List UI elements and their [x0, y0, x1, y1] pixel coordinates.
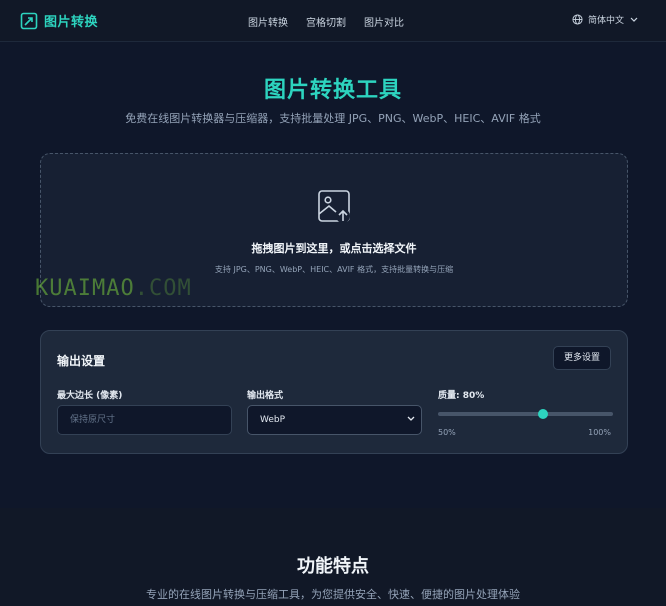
quality-slider[interactable] [438, 409, 613, 419]
more-settings-button[interactable]: 更多设置 [553, 346, 611, 370]
features-section: 功能特点 专业的在线图片转换与压缩工具，为您提供安全、快速、便捷的图片处理体验 [0, 508, 666, 606]
nav-item-image-convert[interactable]: 图片转换 [248, 14, 288, 29]
chevron-down-icon [630, 17, 638, 22]
logo-icon [20, 12, 38, 29]
watermark-logo: KUAIMAO.COM [35, 276, 192, 301]
language-selector[interactable]: 简体中文 [572, 13, 638, 26]
main-nav: 图片转换 宫格切割 图片对比 [248, 14, 422, 29]
output-format-value: WebP [260, 415, 286, 425]
watermark-text: KUAIMAO [35, 276, 135, 301]
dropzone-hint: 支持 JPG、PNG、WebP、HEIC、AVIF 格式，支持批量转换与压缩 [214, 265, 454, 274]
features-subtitle: 专业的在线图片转换与压缩工具，为您提供安全、快速、便捷的图片处理体验 [146, 588, 520, 601]
globe-icon [572, 14, 583, 25]
nav-item-grid-split[interactable]: 宫格切割 [306, 14, 346, 29]
brand-name: 图片转换 [44, 15, 99, 30]
nav-item-image-compare[interactable]: 图片对比 [364, 14, 404, 29]
page-title: 图片转换工具 [263, 78, 402, 103]
output-settings-panel: 输出设置 更多设置 最大边长 (像素) 保持原尺寸 输出格式 WebP 质量: … [40, 330, 628, 454]
chevron-down-icon [407, 416, 415, 421]
quality-label: 质量: 80% [438, 391, 485, 401]
quality-max-label: 100% [588, 428, 611, 437]
brand-logo[interactable]: 图片转换 [20, 11, 98, 30]
output-format-select[interactable]: WebP [247, 405, 422, 435]
output-format-label: 输出格式 [247, 391, 284, 401]
quality-slider-thumb[interactable] [538, 409, 548, 419]
dropzone-title: 拖拽图片到这里，或点击选择文件 [251, 242, 417, 255]
max-edge-input[interactable]: 保持原尺寸 [57, 405, 232, 435]
quality-min-label: 50% [438, 428, 456, 437]
watermark-suffix: .COM [134, 276, 192, 301]
page-subtitle: 免费在线图片转换器与压缩器，支持批量处理 JPG、PNG、WebP、HEIC、A… [125, 112, 541, 125]
image-upload-icon [318, 190, 350, 223]
language-label: 简体中文 [587, 16, 624, 26]
max-edge-label: 最大边长 (像素) [57, 391, 123, 401]
settings-title: 输出设置 [57, 354, 106, 368]
top-navigation-bar: 图片转换 图片转换 宫格切割 图片对比 简体中文 [0, 0, 666, 42]
features-title: 功能特点 [297, 556, 369, 577]
